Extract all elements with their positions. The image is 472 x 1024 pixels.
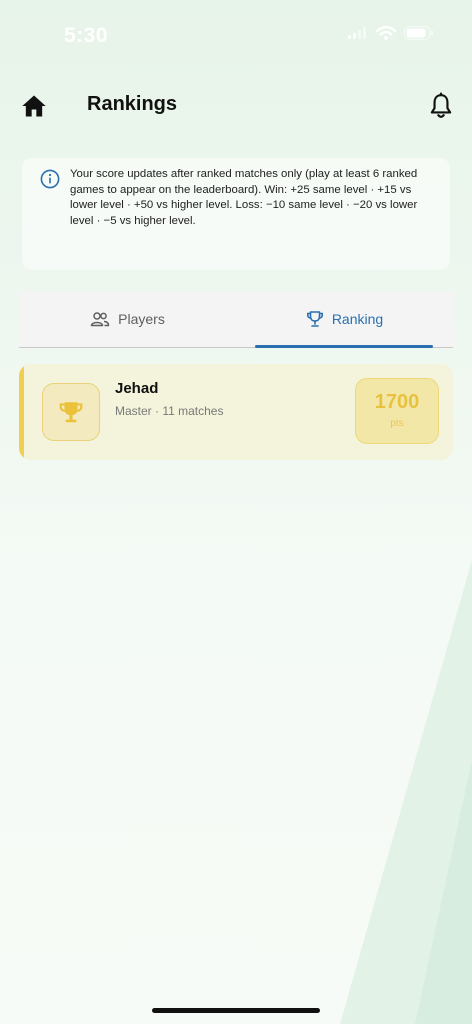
tab-players[interactable]: Players	[19, 291, 236, 347]
home-icon	[22, 95, 46, 117]
tab-players-label: Players	[118, 311, 165, 327]
rank-badge	[42, 383, 100, 441]
page-title: Rankings	[87, 93, 178, 115]
notifications-button[interactable]	[428, 92, 454, 120]
wifi-icon	[376, 26, 396, 40]
tab-bar: Players Ranking	[19, 291, 453, 348]
people-icon	[90, 312, 110, 327]
bell-icon	[430, 92, 452, 118]
rank-accent-bar	[19, 364, 24, 460]
points-unit: pts	[390, 418, 404, 429]
app-header: Rankings	[0, 82, 472, 128]
active-tab-indicator	[255, 345, 433, 348]
ranking-list-item[interactable]: Jehad Master · 11 matches 1700 pts	[19, 364, 453, 460]
trophy-icon	[59, 402, 83, 423]
trophy-icon	[306, 311, 323, 327]
home-button[interactable]	[20, 92, 48, 120]
info-icon	[40, 169, 60, 189]
status-icons	[348, 26, 434, 40]
tab-ranking[interactable]: Ranking	[236, 291, 453, 347]
points-value: 1700	[374, 391, 420, 413]
status-bar: 5:30	[0, 0, 472, 70]
scoring-info-card: Your score updates after ranked matches …	[22, 158, 450, 270]
signal-icon	[348, 27, 366, 39]
player-name: Jehad	[115, 380, 159, 397]
tab-ranking-label: Ranking	[331, 311, 384, 327]
status-time: 5:30	[64, 24, 109, 47]
scoring-info-text: Your score updates after ranked matches …	[70, 168, 418, 227]
battery-icon	[404, 26, 433, 40]
points-badge: 1700 pts	[355, 378, 439, 444]
player-meta: Master · 11 matches	[115, 404, 224, 418]
background-decoration	[340, 560, 472, 1024]
home-indicator[interactable]	[152, 1008, 320, 1013]
